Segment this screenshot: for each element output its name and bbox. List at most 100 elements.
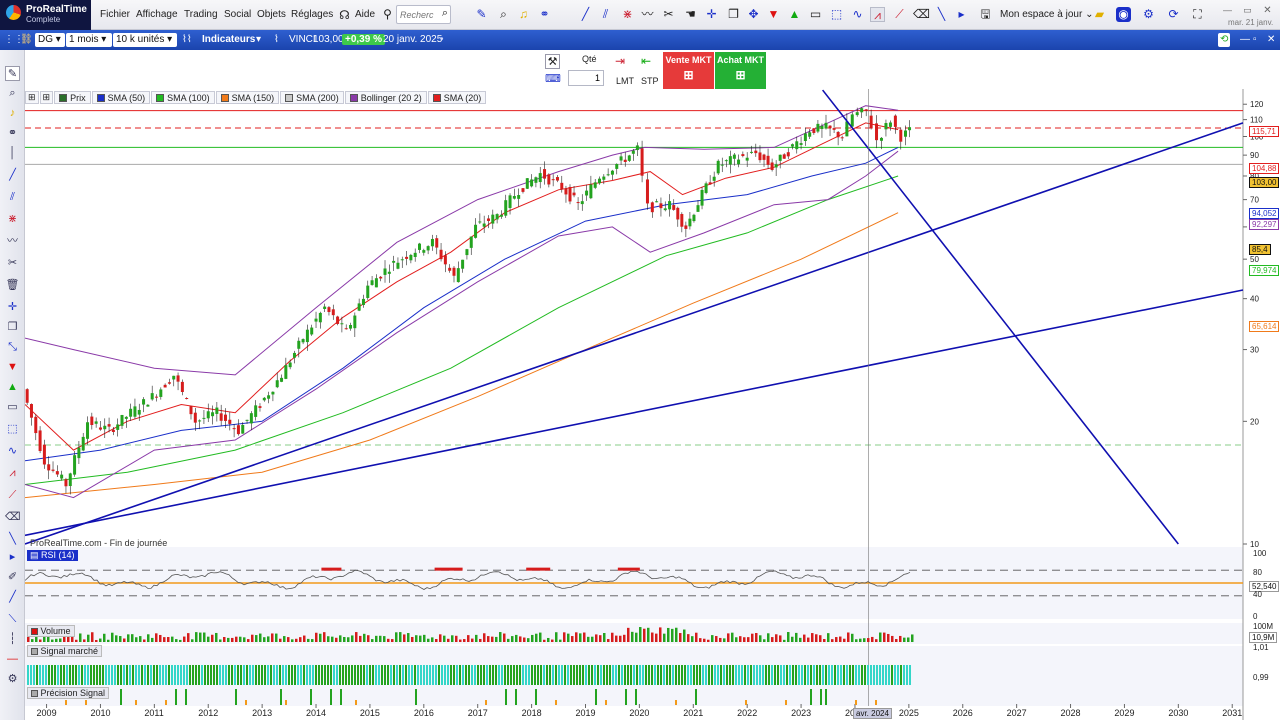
link-instrument-icon[interactable]: ⛓ xyxy=(20,33,33,47)
down-arrow-palette-icon[interactable]: ▼ xyxy=(5,360,20,375)
rectangle-icon[interactable]: ▭ xyxy=(808,7,823,22)
pen-palette-icon[interactable]: ✐ xyxy=(5,570,20,585)
indicators-button[interactable]: Indicateurs xyxy=(202,33,255,47)
chart-close-icon[interactable]: ✕ xyxy=(1267,33,1275,47)
workspace-selector[interactable]: Mon espace à jour ⌄ xyxy=(1000,9,1093,20)
menu-reglages[interactable]: Réglages xyxy=(291,9,333,20)
menu-trading[interactable]: Trading xyxy=(184,9,218,20)
rsi-label[interactable]: ▤ RSI (14) xyxy=(27,550,78,561)
arrow-right-palette-icon[interactable]: ▸ xyxy=(5,550,20,565)
trash-palette-icon[interactable]: 🗑 xyxy=(5,278,20,293)
arrow-up-icon[interactable]: ▲ xyxy=(787,7,802,22)
fib-palette-icon[interactable]: ⋇ xyxy=(5,212,20,227)
pencil-icon[interactable]: ✎ xyxy=(474,7,489,22)
rect-palette-icon[interactable]: ▭ xyxy=(5,400,20,415)
search-field[interactable]: ⌕ xyxy=(396,5,451,24)
zoom-icon[interactable]: ⌕ xyxy=(496,7,511,22)
minimize-icon[interactable]: — xyxy=(1220,3,1235,18)
legend-add-icon[interactable]: ⊞ xyxy=(25,91,39,104)
eraser-icon[interactable]: ⌫ xyxy=(913,7,930,22)
copy-icon[interactable]: ❐ xyxy=(726,7,741,22)
volume-label[interactable]: Volume xyxy=(27,625,75,637)
search-input[interactable] xyxy=(400,8,438,21)
link-icon[interactable]: ⚭ xyxy=(537,7,552,22)
legend-item-sma50[interactable]: SMA (50) xyxy=(91,91,151,104)
maximize-icon[interactable]: ▭ xyxy=(1240,3,1255,18)
sell-market-button[interactable]: Vente MKT ⊞ xyxy=(663,52,714,89)
erase-palette-icon[interactable]: ⌫ xyxy=(5,510,21,525)
crosshair-palette-icon[interactable]: ✛ xyxy=(5,300,20,315)
chart-minimize-icon[interactable]: — xyxy=(1240,33,1250,47)
settings-icon[interactable]: ⚙ xyxy=(1141,7,1156,22)
legend-add2-icon[interactable]: ⊞ xyxy=(39,91,54,104)
pattern-icon[interactable]: 〰 xyxy=(640,7,655,22)
legend-item-sma20[interactable]: SMA (20) xyxy=(427,91,487,104)
stop-order-button[interactable]: STP xyxy=(641,76,659,86)
stop-order-icon[interactable]: ⇤ xyxy=(641,54,651,68)
quantity-input[interactable] xyxy=(568,70,604,86)
fan-palette-icon[interactable]: ⟋ xyxy=(5,488,20,503)
menu-affichage[interactable]: Affichage xyxy=(136,9,178,20)
fibonacci-icon[interactable]: ⋇ xyxy=(620,7,635,22)
slash-icon[interactable]: ╲ xyxy=(934,7,949,22)
legend-item-bollinger[interactable]: Bollinger (20 2) xyxy=(344,91,427,104)
buy-market-button[interactable]: Achat MKT ⊞ xyxy=(715,52,766,89)
zigzag-palette-icon[interactable]: ⩘ xyxy=(5,466,20,481)
signal-label[interactable]: Signal marché xyxy=(27,645,103,657)
save-icon[interactable]: 🖫 xyxy=(978,7,993,22)
channel-tool-icon[interactable]: ⫽ xyxy=(598,7,613,22)
up-arrow-palette-icon[interactable]: ▲ xyxy=(5,380,20,395)
cursor-tool-icon[interactable]: ✎ xyxy=(5,66,20,81)
fan-icon[interactable]: ⟋ xyxy=(892,7,907,22)
fullscreen-icon[interactable]: ⛶ xyxy=(1190,7,1205,22)
chart-maximize-icon[interactable]: ▫ xyxy=(1253,33,1257,47)
zigzag-icon[interactable]: ⩘ xyxy=(870,7,885,22)
red-line-palette-icon[interactable]: — xyxy=(5,652,20,667)
chart-area[interactable]: 1020304050607080901001101202009201020112… xyxy=(25,89,1280,720)
refresh-icon[interactable]: ⟲ xyxy=(1218,33,1231,47)
copy-palette-icon[interactable]: ❐ xyxy=(5,320,20,335)
sine-palette-icon[interactable]: ∿ xyxy=(5,444,20,459)
legend-item-price[interactable]: Prix xyxy=(54,91,91,104)
legend-item-sma200[interactable]: SMA (200) xyxy=(280,91,344,104)
channel-palette-icon[interactable]: ⫽ xyxy=(5,190,20,205)
folder-icon[interactable]: ▰ xyxy=(1092,7,1107,22)
indicators-chevron-icon[interactable]: ▾ xyxy=(256,33,261,47)
diag-palette-icon[interactable]: ╲ xyxy=(5,532,20,547)
crosshair-icon[interactable]: ✛ xyxy=(704,7,719,22)
bell-icon[interactable]: ♫ xyxy=(516,7,531,22)
menu-aide[interactable]: Aide xyxy=(355,9,375,20)
segment-palette-icon[interactable]: ⟍ xyxy=(5,612,20,627)
wrench-icon[interactable]: ⚒ xyxy=(545,54,560,69)
alert-tool-icon[interactable]: ♪ xyxy=(5,106,20,121)
precision-label[interactable]: Précision Signal xyxy=(27,687,110,699)
filter-icon[interactable]: ⚲ xyxy=(380,7,395,22)
price-chart[interactable]: 1020304050607080901001101202009201020112… xyxy=(25,89,1280,720)
legend-item-sma150[interactable]: SMA (150) xyxy=(215,91,280,104)
arrow-down-icon[interactable]: ▼ xyxy=(766,7,781,22)
ruler-tool-icon[interactable]: ⚭ xyxy=(5,126,20,141)
vertical-line-tool-icon[interactable]: │ xyxy=(5,146,20,161)
period-selector[interactable]: 1 mois ▾ xyxy=(66,33,112,47)
wave-icon[interactable]: ∿ xyxy=(850,7,865,22)
headset-icon[interactable]: ☊ xyxy=(337,8,352,23)
close-icon[interactable]: ✕ xyxy=(1260,3,1275,18)
line2-palette-icon[interactable]: ╱ xyxy=(5,590,20,605)
wave-palette-icon[interactable]: 〰 xyxy=(5,234,20,249)
line-tool-icon[interactable]: ╱ xyxy=(578,7,593,22)
menu-fichier[interactable]: Fichier xyxy=(100,9,130,20)
menu-social[interactable]: Social xyxy=(224,9,251,20)
keyboard-icon[interactable]: ⌨ xyxy=(545,72,561,85)
hand-icon[interactable]: ☚ xyxy=(683,7,698,22)
more-icon[interactable]: ▸ xyxy=(954,7,969,22)
magnifier-tool-icon[interactable]: ⌕ xyxy=(5,86,20,101)
trendline-tool-icon[interactable]: ╱ xyxy=(5,168,20,183)
audio-icon[interactable]: ◉ xyxy=(1116,7,1131,22)
move-palette-icon[interactable]: ⤡ xyxy=(5,340,20,355)
indicators-icon[interactable]: ⌇⌇ xyxy=(182,33,192,47)
frame-icon[interactable]: ⬚ xyxy=(829,7,844,22)
scissors-palette-icon[interactable]: ✂ xyxy=(5,256,20,271)
move-icon[interactable]: ✥ xyxy=(746,7,761,22)
dotted-palette-icon[interactable]: ┆ xyxy=(5,632,20,647)
menu-objets[interactable]: Objets xyxy=(257,9,286,20)
